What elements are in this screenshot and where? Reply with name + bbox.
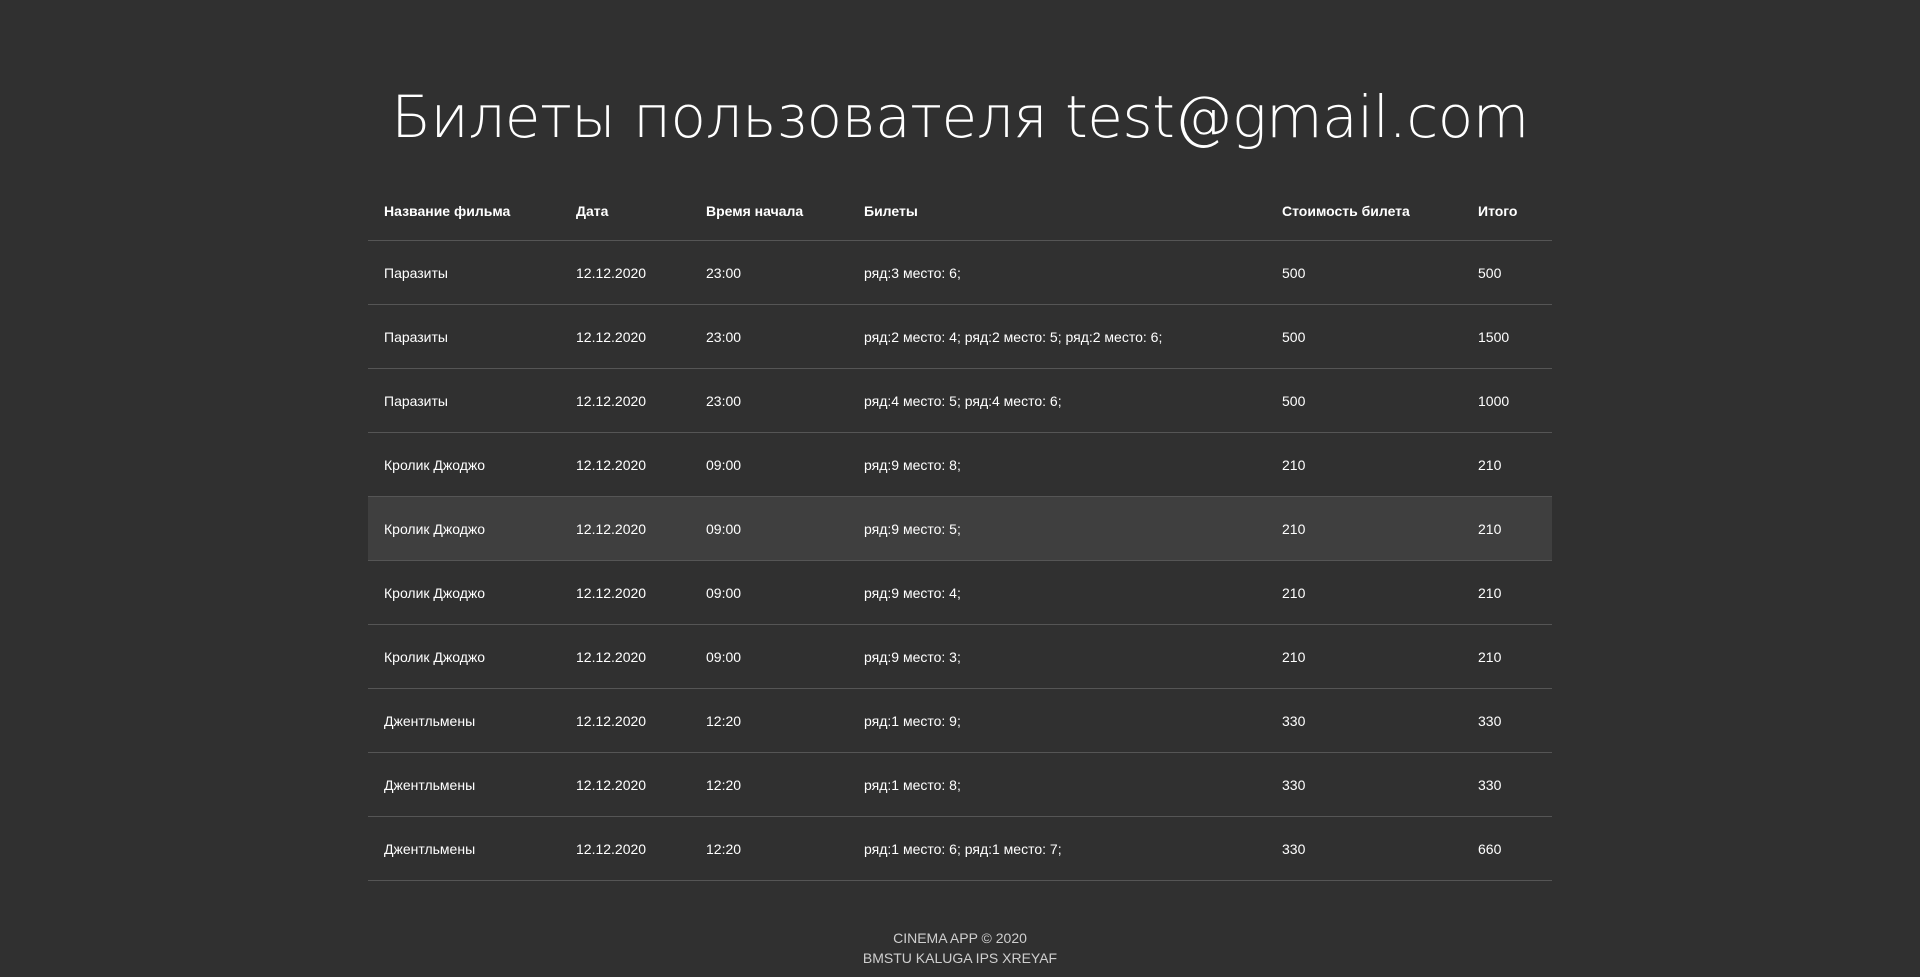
cell-tickets: ряд:1 место: 9; xyxy=(848,688,1266,753)
footer: CINEMA APP © 2020 BMSTU KALUGA IPS XREYA… xyxy=(0,928,1920,968)
cell-tickets: ряд:9 место: 8; xyxy=(848,432,1266,497)
cell-movie-title: Кролик Джоджо xyxy=(368,496,560,561)
table-row: Паразиты 12.12.2020 23:00 ряд:4 место: 5… xyxy=(368,368,1552,433)
cell-tickets: ряд:3 место: 6; xyxy=(848,240,1266,305)
header-tickets: Билеты xyxy=(848,181,1266,241)
page-title: Билеты пользователя test@gmail.com xyxy=(391,83,1529,151)
cell-start-time: 12:20 xyxy=(690,688,848,753)
cell-tickets: ряд:4 место: 5; ряд:4 место: 6; xyxy=(848,368,1266,433)
cell-movie-title: Паразиты xyxy=(368,304,560,369)
cell-date: 12.12.2020 xyxy=(560,240,690,305)
cell-movie-title: Паразиты xyxy=(368,240,560,305)
cell-total: 330 xyxy=(1462,688,1552,753)
cell-tickets: ряд:1 место: 6; ряд:1 место: 7; xyxy=(848,816,1266,881)
cell-total: 210 xyxy=(1462,496,1552,561)
cell-ticket-price: 210 xyxy=(1266,432,1462,497)
cell-tickets: ряд:9 место: 4; xyxy=(848,560,1266,625)
cell-date: 12.12.2020 xyxy=(560,496,690,561)
cell-start-time: 09:00 xyxy=(690,624,848,689)
footer-credits: BMSTU KALUGA IPS XREYAF xyxy=(862,950,1058,966)
cell-date: 12.12.2020 xyxy=(560,752,690,817)
header-row: Название фильма Дата Время начала Билеты… xyxy=(368,181,1552,241)
cell-tickets: ряд:1 место: 8; xyxy=(848,752,1266,817)
table-row-hovered: Кролик Джоджо 12.12.2020 09:00 ряд:9 мес… xyxy=(368,496,1552,561)
cell-movie-title: Кролик Джоджо xyxy=(368,560,560,625)
cell-ticket-price: 500 xyxy=(1266,304,1462,369)
table-row: Джентльмены 12.12.2020 12:20 ряд:1 место… xyxy=(368,752,1552,817)
cell-ticket-price: 330 xyxy=(1266,752,1462,817)
cell-tickets: ряд:2 место: 4; ряд:2 место: 5; ряд:2 ме… xyxy=(848,304,1266,369)
cell-ticket-price: 210 xyxy=(1266,496,1462,561)
cell-movie-title: Кролик Джоджо xyxy=(368,624,560,689)
cell-ticket-price: 210 xyxy=(1266,624,1462,689)
cell-date: 12.12.2020 xyxy=(560,816,690,881)
cell-start-time: 23:00 xyxy=(690,304,848,369)
header-movie-title: Название фильма xyxy=(368,181,560,241)
cell-movie-title: Джентльмены xyxy=(368,688,560,753)
cell-total: 500 xyxy=(1462,240,1552,305)
header-total: Итого xyxy=(1462,181,1552,241)
cell-ticket-price: 330 xyxy=(1266,816,1462,881)
cell-date: 12.12.2020 xyxy=(560,368,690,433)
cell-total: 210 xyxy=(1462,624,1552,689)
cell-ticket-price: 210 xyxy=(1266,560,1462,625)
cell-movie-title: Кролик Джоджо xyxy=(368,432,560,497)
table-header: Название фильма Дата Время начала Билеты… xyxy=(368,181,1552,241)
cell-total: 660 xyxy=(1462,816,1552,881)
header-ticket-price: Стоимость билета xyxy=(1266,181,1462,241)
cell-start-time: 23:00 xyxy=(690,368,848,433)
cell-tickets: ряд:9 место: 3; xyxy=(848,624,1266,689)
header-date: Дата xyxy=(560,181,690,241)
header-start-time: Время начала xyxy=(690,181,848,241)
cell-start-time: 23:00 xyxy=(690,240,848,305)
cell-movie-title: Паразиты xyxy=(368,368,560,433)
cell-ticket-price: 500 xyxy=(1266,368,1462,433)
table-row: Паразиты 12.12.2020 23:00 ряд:3 место: 6… xyxy=(368,240,1552,305)
cell-date: 12.12.2020 xyxy=(560,432,690,497)
tickets-table: Название фильма Дата Время начала Билеты… xyxy=(368,181,1552,881)
cell-start-time: 09:00 xyxy=(690,432,848,497)
cell-date: 12.12.2020 xyxy=(560,304,690,369)
cell-total: 1000 xyxy=(1462,368,1552,433)
table-row: Кролик Джоджо 12.12.2020 09:00 ряд:9 мес… xyxy=(368,432,1552,497)
table-row: Джентльмены 12.12.2020 12:20 ряд:1 место… xyxy=(368,816,1552,881)
cell-start-time: 12:20 xyxy=(690,752,848,817)
table-row: Паразиты 12.12.2020 23:00 ряд:2 место: 4… xyxy=(368,304,1552,369)
cell-start-time: 09:00 xyxy=(690,496,848,561)
cell-total: 330 xyxy=(1462,752,1552,817)
cell-tickets: ряд:9 место: 5; xyxy=(848,496,1266,561)
page: Билеты пользователя test@gmail.com Назва… xyxy=(0,0,1920,977)
cell-date: 12.12.2020 xyxy=(560,560,690,625)
cell-movie-title: Джентльмены xyxy=(368,752,560,817)
cell-total: 210 xyxy=(1462,432,1552,497)
table-row: Кролик Джоджо 12.12.2020 09:00 ряд:9 мес… xyxy=(368,624,1552,689)
cell-total: 1500 xyxy=(1462,304,1552,369)
cell-date: 12.12.2020 xyxy=(560,688,690,753)
footer-copyright: CINEMA APP © 2020 xyxy=(893,930,1027,946)
cell-start-time: 12:20 xyxy=(690,816,848,881)
cell-start-time: 09:00 xyxy=(690,560,848,625)
table-body: Паразиты 12.12.2020 23:00 ряд:3 место: 6… xyxy=(368,240,1552,881)
cell-ticket-price: 500 xyxy=(1266,240,1462,305)
table-row: Джентльмены 12.12.2020 12:20 ряд:1 место… xyxy=(368,688,1552,753)
cell-movie-title: Джентльмены xyxy=(368,816,560,881)
cell-date: 12.12.2020 xyxy=(560,624,690,689)
cell-total: 210 xyxy=(1462,560,1552,625)
table-row: Кролик Джоджо 12.12.2020 09:00 ряд:9 мес… xyxy=(368,560,1552,625)
cell-ticket-price: 330 xyxy=(1266,688,1462,753)
